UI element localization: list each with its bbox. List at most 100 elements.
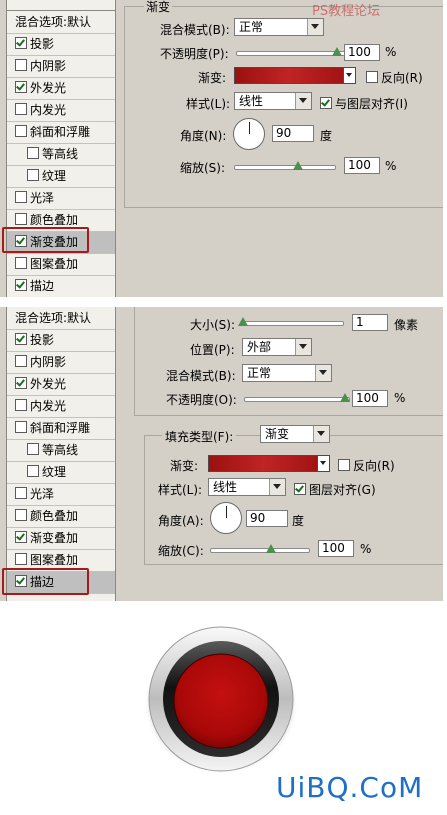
scale-slider[interactable] (234, 165, 336, 170)
checkbox-icon[interactable] (15, 421, 27, 433)
angle-dial[interactable] (233, 118, 265, 150)
scale-input[interactable]: 100 (318, 540, 354, 557)
sidebar-item-label: 颜色叠加 (30, 213, 79, 227)
sidebar-item[interactable]: 颜色叠加 (7, 506, 115, 528)
gradient-swatch[interactable] (208, 455, 330, 472)
sidebar-item-label: 外发光 (30, 377, 67, 391)
position-value: 外部 (247, 340, 272, 354)
align-check-icon[interactable] (320, 97, 332, 109)
sidebar-item[interactable]: 斜面和浮雕 (7, 122, 115, 144)
sidebar-item[interactable]: 外发光 (7, 374, 115, 396)
chevron-down-icon[interactable] (343, 68, 355, 83)
sidebar-item[interactable]: 内阴影 (7, 352, 115, 374)
checkbox-icon[interactable] (15, 509, 27, 521)
sidebar-blend-options[interactable]: 混合选项:默认 (7, 11, 115, 34)
checkbox-icon[interactable] (15, 125, 27, 137)
size-slider-thumb[interactable] (238, 317, 248, 326)
sidebar-item[interactable]: 投影 (7, 34, 115, 56)
scale-input[interactable]: 100 (344, 157, 380, 174)
opacity-slider-thumb[interactable] (340, 393, 350, 402)
sidebar-item[interactable]: 纹理 (7, 462, 115, 484)
checkbox-icon[interactable] (27, 443, 39, 455)
checkbox-icon[interactable] (15, 531, 27, 543)
opacity-label: 不透明度(O): (166, 393, 237, 407)
sidebar-item[interactable]: 内发光 (7, 396, 115, 418)
sidebar-item[interactable]: 投影 (7, 330, 115, 352)
sidebar-item[interactable]: 内阴影 (7, 56, 115, 78)
sidebar-item-label: 纹理 (42, 465, 67, 479)
gradient-swatch[interactable] (234, 67, 356, 84)
checkbox-icon[interactable] (15, 487, 27, 499)
sidebar-item[interactable]: 渐变叠加 (7, 528, 115, 550)
style-select[interactable]: 线性 (234, 92, 312, 110)
checkbox-icon[interactable] (27, 147, 39, 159)
align-check-icon[interactable] (294, 483, 306, 495)
sidebar-item[interactable]: 等高线 (7, 144, 115, 166)
checkbox-icon[interactable] (15, 553, 27, 565)
align-checkbox[interactable]: 与图层对齐(I) (320, 95, 408, 112)
scale-slider[interactable] (210, 548, 310, 553)
checkbox-icon[interactable] (15, 257, 27, 269)
angle-unit: 度 (292, 514, 305, 528)
sidebar-blend-options[interactable]: 混合选项:默认 (7, 307, 115, 330)
sidebar-item-label: 投影 (30, 37, 55, 51)
checkbox-icon[interactable] (15, 37, 27, 49)
opacity-unit: % (394, 391, 406, 405)
angle-dial[interactable] (210, 502, 242, 534)
blend-mode-select[interactable]: 正常 (234, 18, 324, 36)
checkbox-icon[interactable] (15, 355, 27, 367)
checkbox-icon[interactable] (15, 213, 27, 225)
opacity-slider[interactable] (236, 51, 346, 56)
opacity-label: 不透明度(P): (160, 47, 229, 61)
opacity-input[interactable]: 100 (352, 390, 388, 407)
checkbox-icon[interactable] (15, 399, 27, 411)
checkbox-icon[interactable] (15, 81, 27, 93)
sidebar-item[interactable]: 光泽 (7, 188, 115, 210)
position-select[interactable]: 外部 (242, 338, 312, 356)
angle-input[interactable]: 90 (272, 125, 314, 142)
size-input[interactable]: 1 (352, 314, 388, 331)
checkbox-icon[interactable] (15, 59, 27, 71)
sidebar-item[interactable]: 纹理 (7, 166, 115, 188)
sidebar-item[interactable]: 描边 (7, 276, 115, 297)
checkbox-icon[interactable] (15, 333, 27, 345)
style-select[interactable]: 线性 (208, 478, 286, 496)
sidebar-item[interactable]: 图案叠加 (7, 254, 115, 276)
align-label: 与图层对齐(I) (335, 97, 408, 111)
blend-mode-select[interactable]: 正常 (242, 364, 332, 382)
angle-label: 角度(N): (180, 129, 227, 143)
checkbox-icon[interactable] (27, 169, 39, 181)
sidebar-item[interactable]: 光泽 (7, 484, 115, 506)
checkbox-icon[interactable] (15, 191, 27, 203)
sidebar-item[interactable]: 外发光 (7, 78, 115, 100)
opacity-input[interactable]: 100 (344, 44, 380, 61)
opacity-slider-thumb[interactable] (332, 47, 342, 56)
scale-slider-thumb[interactable] (266, 544, 276, 553)
opacity-slider[interactable] (244, 397, 350, 402)
checkbox-icon[interactable] (27, 465, 39, 477)
scale-slider-thumb[interactable] (293, 161, 303, 170)
reverse-check-icon[interactable] (338, 459, 350, 471)
reverse-check-icon[interactable] (366, 71, 378, 83)
style-label: 样式(L): (186, 97, 231, 111)
fill-type-select[interactable]: 渐变 (260, 425, 330, 443)
sidebar-item[interactable]: 等高线 (7, 440, 115, 462)
sidebar-item-label: 内发光 (30, 399, 67, 413)
selected-item-highlight (2, 227, 89, 253)
checkbox-icon[interactable] (15, 377, 27, 389)
reverse-checkbox[interactable]: 反向(R) (338, 457, 395, 474)
align-checkbox[interactable]: 图层对齐(G) (294, 481, 376, 498)
sidebar-item[interactable]: 斜面和浮雕 (7, 418, 115, 440)
reverse-checkbox[interactable]: 反向(R) (366, 69, 423, 86)
size-slider[interactable] (242, 321, 344, 326)
angle-input[interactable]: 90 (246, 510, 288, 527)
chevron-down-icon[interactable] (317, 456, 329, 471)
sidebar-item[interactable]: 内发光 (7, 100, 115, 122)
fill-type-value: 渐变 (265, 427, 290, 441)
sidebar-item-label: 斜面和浮雕 (30, 421, 91, 435)
sidebar-item-label: 外发光 (30, 81, 67, 95)
checkbox-icon[interactable] (15, 279, 27, 291)
watermark-text: PS教程论坛 (312, 4, 381, 19)
sidebar-top-edge (7, 0, 115, 11)
checkbox-icon[interactable] (15, 103, 27, 115)
